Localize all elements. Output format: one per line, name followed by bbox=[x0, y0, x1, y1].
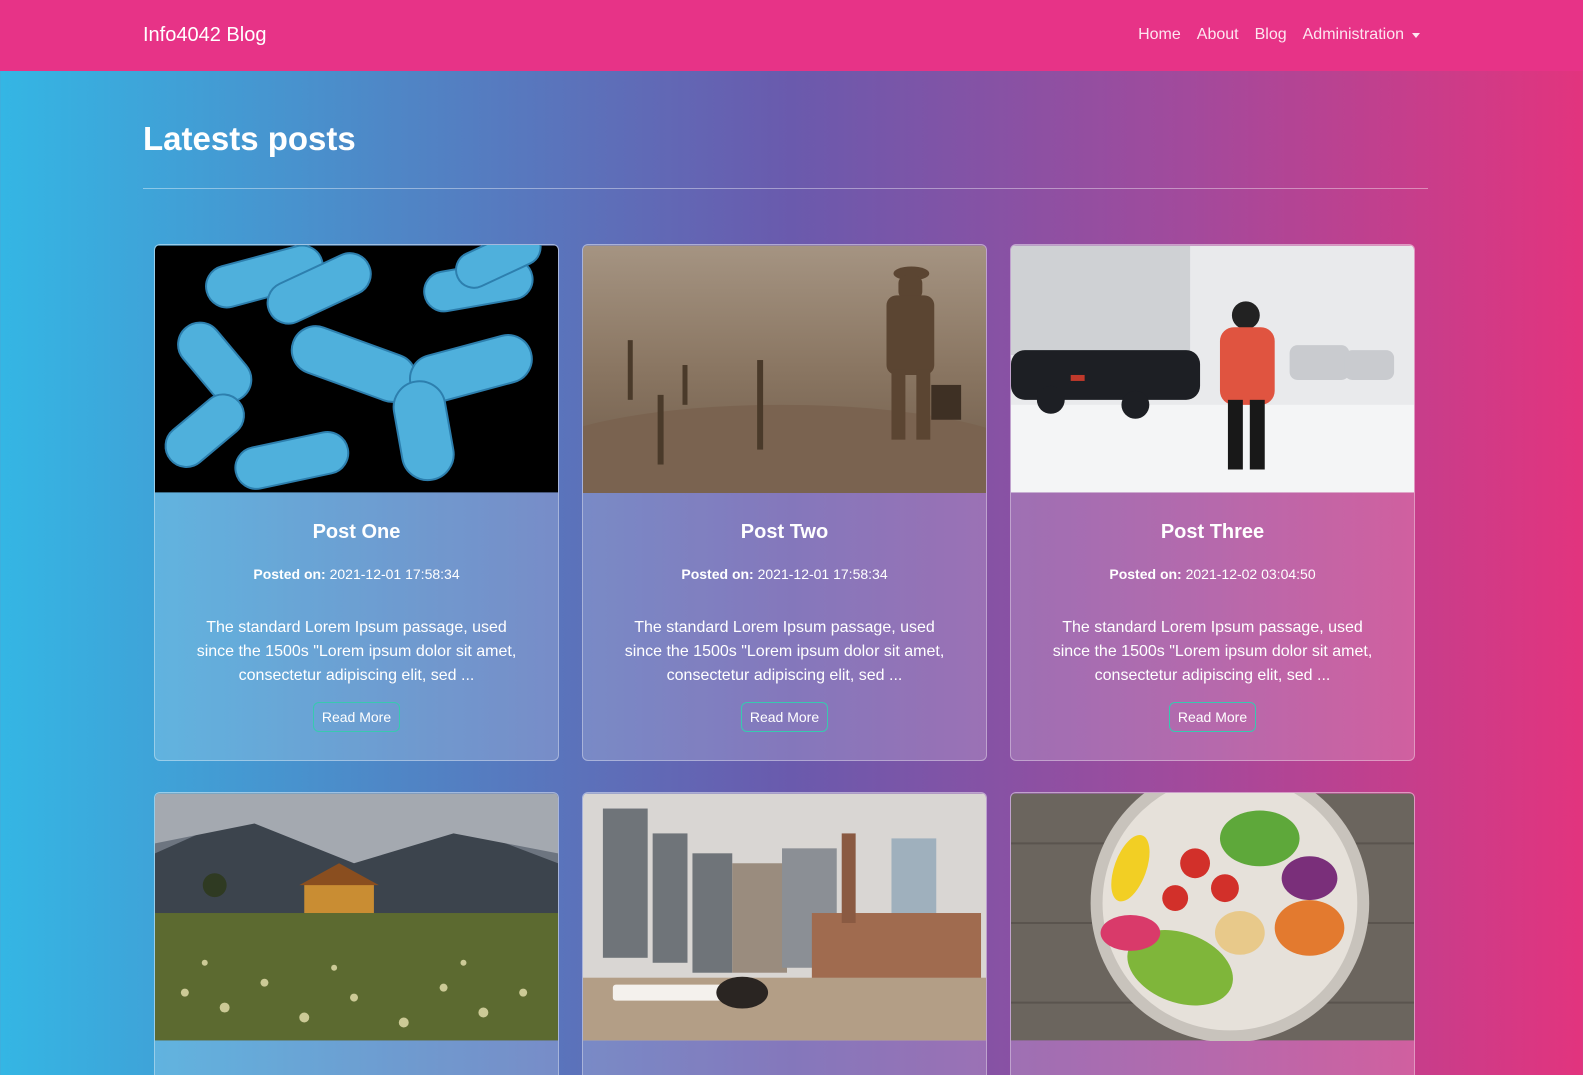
post-date: Posted on: 2021-12-01 17:58:34 bbox=[155, 566, 558, 582]
posted-value: 2021-12-02 03:04:50 bbox=[1185, 566, 1316, 582]
post-card bbox=[1010, 792, 1415, 1075]
nav-administration[interactable]: Administration bbox=[1303, 26, 1420, 44]
post-excerpt: The standard Lorem Ipsum passage, used s… bbox=[1052, 619, 1373, 684]
bacteria-image[interactable] bbox=[155, 245, 558, 493]
navbar: Info4042 Blog Home About Blog Administra… bbox=[0, 0, 1583, 71]
posted-label: Posted on: bbox=[681, 566, 754, 582]
toronto-city-image[interactable] bbox=[583, 793, 986, 1041]
nav-links: Home About Blog Administration bbox=[1138, 26, 1420, 44]
posted-value: 2021-12-01 17:58:34 bbox=[757, 566, 888, 582]
post-card: Post One Posted on: 2021-12-01 17:58:34 … bbox=[154, 244, 559, 761]
mountain-house-image[interactable] bbox=[155, 793, 558, 1041]
read-more-button[interactable]: Read More bbox=[740, 702, 829, 732]
divider bbox=[143, 188, 1428, 189]
read-more-button[interactable]: Read More bbox=[1168, 702, 1257, 732]
caret-down-icon bbox=[1412, 32, 1420, 38]
posted-value: 2021-12-01 17:58:34 bbox=[329, 566, 460, 582]
toy-soldier-image[interactable] bbox=[583, 245, 986, 493]
post-card: Post Two Posted on: 2021-12-01 17:58:34 … bbox=[582, 244, 987, 761]
nav-administration-label: Administration bbox=[1302, 26, 1404, 43]
post-date: Posted on: 2021-12-01 17:58:34 bbox=[583, 566, 986, 582]
snow-walker-image[interactable] bbox=[1011, 245, 1414, 493]
posted-label: Posted on: bbox=[253, 566, 326, 582]
post-title: Post One bbox=[312, 521, 401, 543]
brand-link[interactable]: Info4042 Blog bbox=[143, 24, 266, 47]
posted-label: Posted on: bbox=[1109, 566, 1182, 582]
post-title: Post Three bbox=[1160, 521, 1265, 543]
page-title: Latests posts bbox=[143, 120, 356, 157]
post-date: Posted on: 2021-12-02 03:04:50 bbox=[1011, 566, 1414, 582]
nav-about[interactable]: About bbox=[1197, 26, 1239, 44]
read-more-button[interactable]: Read More bbox=[312, 702, 401, 732]
post-excerpt: The standard Lorem Ipsum passage, used s… bbox=[196, 619, 517, 684]
post-title: Post Two bbox=[740, 521, 829, 543]
post-card bbox=[582, 792, 987, 1075]
post-card bbox=[154, 792, 559, 1075]
nav-blog[interactable]: Blog bbox=[1255, 26, 1287, 44]
post-card: Post Three Posted on: 2021-12-02 03:04:5… bbox=[1010, 244, 1415, 761]
post-excerpt: The standard Lorem Ipsum passage, used s… bbox=[624, 619, 945, 684]
nav-home[interactable]: Home bbox=[1138, 26, 1181, 44]
salad-bowl-image[interactable] bbox=[1011, 793, 1414, 1041]
